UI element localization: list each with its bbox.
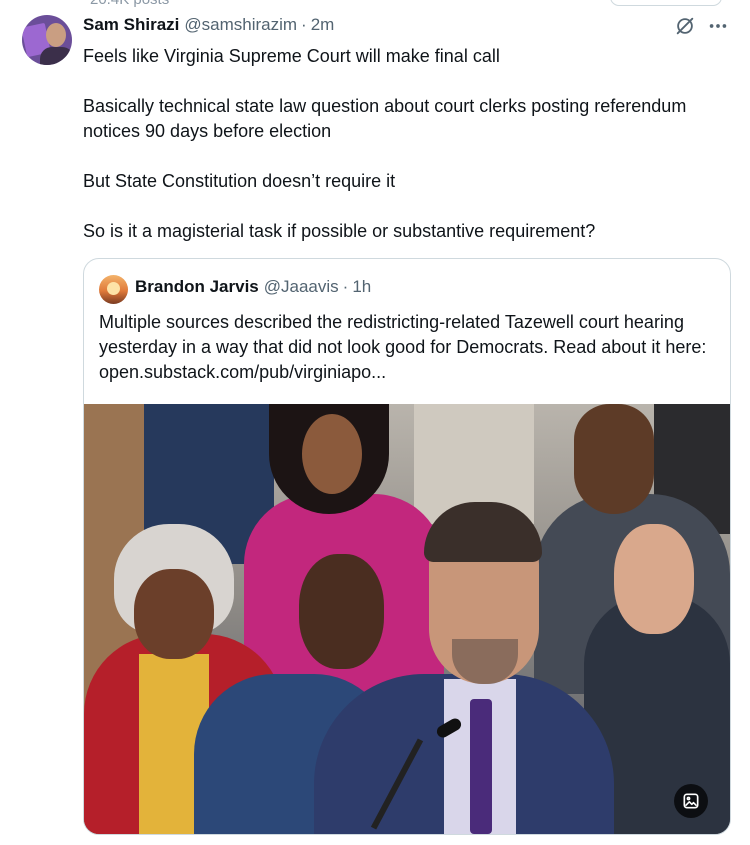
tweet-text: Feels like Virginia Supreme Court will m…	[83, 44, 733, 244]
author-handle[interactable]: @samshirazim	[184, 15, 297, 35]
quoted-author-handle[interactable]: @Jaaavis	[264, 277, 339, 297]
image-description-icon[interactable]	[674, 784, 708, 818]
author-avatar[interactable]	[22, 15, 72, 65]
tweet-paragraph: So is it a magisterial task if possible …	[83, 221, 596, 241]
partial-button[interactable]	[610, 0, 722, 6]
more-options-icon[interactable]	[707, 15, 729, 37]
tweet-header: Sam Shirazi @samshirazim · 2m	[83, 15, 334, 37]
quoted-tweet-header: Brandon Jarvis @Jaaavis · 1h	[135, 277, 371, 297]
quoted-author-avatar[interactable]	[99, 275, 128, 304]
previous-post-remnant: 20.4K posts	[0, 0, 750, 10]
tweet-paragraph: Feels like Virginia Supreme Court will m…	[83, 46, 500, 66]
quoted-tweet-card[interactable]: Brandon Jarvis @Jaaavis · 1h Multiple so…	[83, 258, 731, 835]
tweet-paragraph: Basically technical state law question a…	[83, 96, 687, 141]
quoted-tweet-text: Multiple sources described the redistric…	[99, 312, 707, 382]
quoted-author-name[interactable]: Brandon Jarvis	[135, 277, 259, 297]
author-name[interactable]: Sam Shirazi	[83, 15, 179, 35]
separator-dot: ·	[301, 15, 307, 34]
quoted-tweet-photo[interactable]	[84, 404, 730, 834]
post-count-text: 20.4K posts	[90, 0, 169, 8]
quoted-timestamp[interactable]: 1h	[352, 277, 371, 297]
tweet-paragraph: But State Constitution doesn’t require i…	[83, 171, 396, 191]
grok-icon[interactable]	[674, 15, 696, 37]
post-timestamp[interactable]: 2m	[311, 15, 335, 35]
separator-dot: ·	[342, 277, 349, 296]
